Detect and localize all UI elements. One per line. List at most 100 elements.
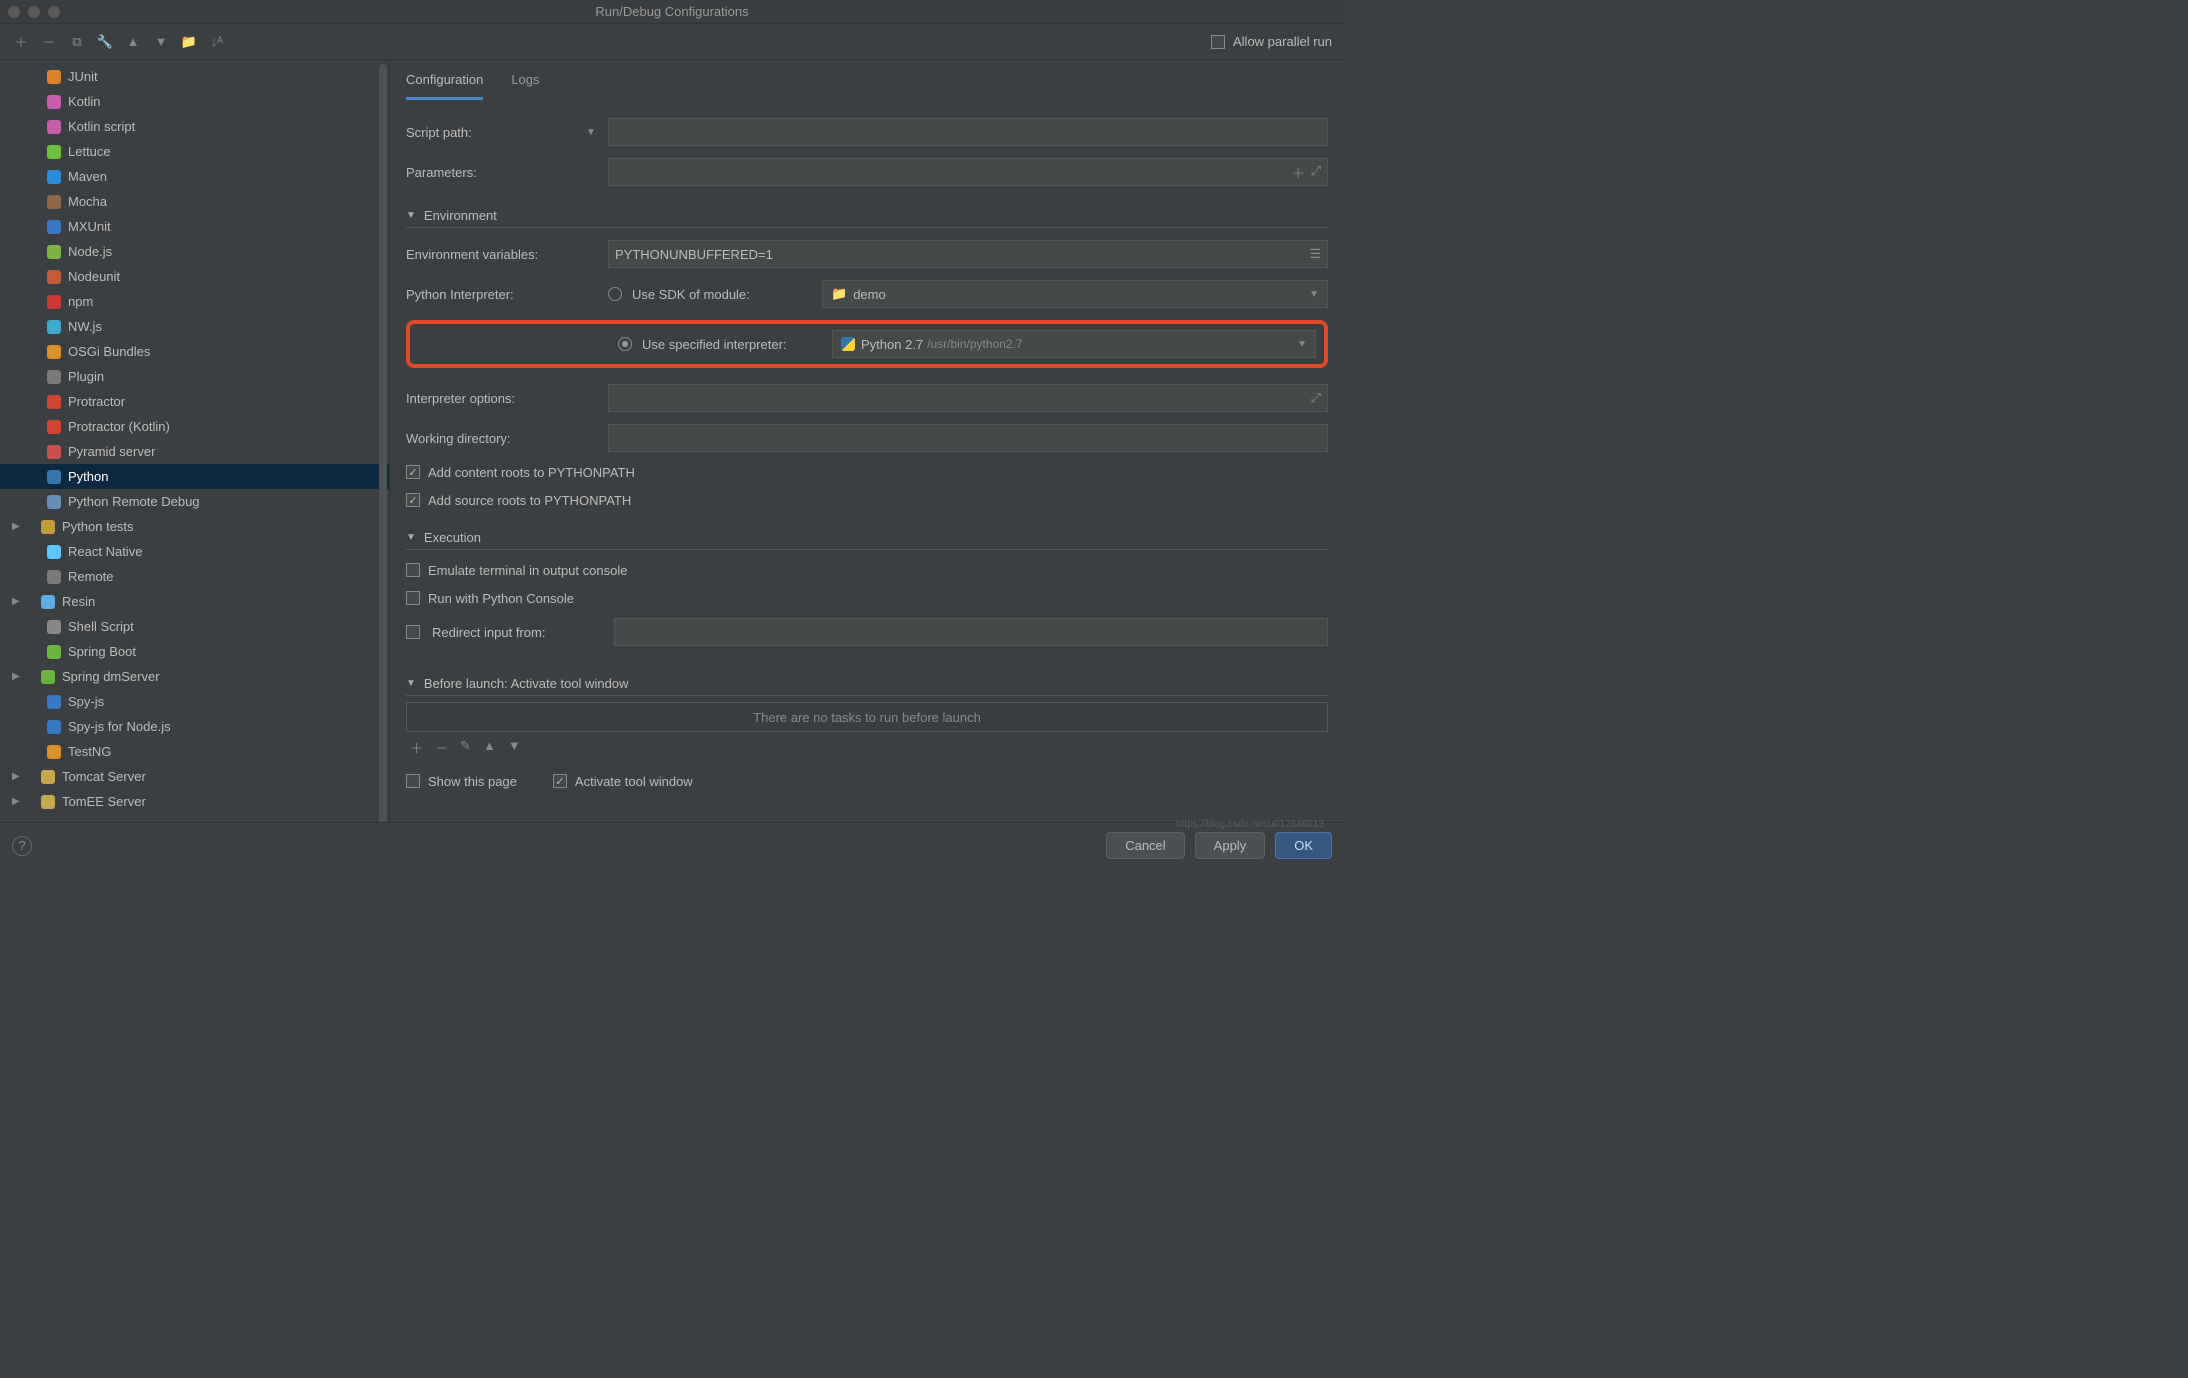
ok-button[interactable]: OK [1275, 832, 1332, 859]
tree-item-react-native[interactable]: ▶React Native [0, 539, 389, 564]
config-type-icon [46, 294, 62, 310]
tree-item-plugin[interactable]: ▶Plugin [0, 364, 389, 389]
tree-item-nodeunit[interactable]: ▶Nodeunit [0, 264, 389, 289]
tree-item-remote[interactable]: ▶Remote [0, 564, 389, 589]
run-python-console-checkbox[interactable] [406, 591, 420, 605]
expand-arrow-icon[interactable]: ▶ [12, 596, 24, 607]
tree-item-pyramid-server[interactable]: ▶Pyramid server [0, 439, 389, 464]
activate-tool-window-checkbox[interactable] [553, 774, 567, 788]
redirect-input-field[interactable] [614, 618, 1328, 646]
configurations-tree[interactable]: ▶JUnit▶Kotlin▶Kotlin script▶Lettuce▶Mave… [0, 60, 390, 822]
edit-task-icon[interactable]: ✎ [460, 738, 471, 757]
environment-section[interactable]: ▼ Environment [406, 208, 1328, 228]
tree-item-label: Python tests [62, 519, 134, 534]
tree-item-label: Pyramid server [68, 444, 155, 459]
close-window-icon[interactable] [8, 6, 20, 18]
move-down-icon[interactable]: ▼ [508, 738, 521, 757]
remove-task-icon[interactable]: － [435, 738, 448, 757]
specified-interpreter-select[interactable]: Python 2.7 /usr/bin/python2.7 ▼ [832, 330, 1316, 358]
config-type-icon [46, 269, 62, 285]
tree-item-npm[interactable]: ▶npm [0, 289, 389, 314]
tree-item-python-tests[interactable]: ▶ Python tests [0, 514, 389, 539]
expand-field-icon[interactable]: ⤢ [1311, 163, 1321, 182]
tree-item-spring-boot[interactable]: ▶Spring Boot [0, 639, 389, 664]
tree-item-label: Tomcat Server [62, 769, 146, 784]
tree-item-testng[interactable]: ▶TestNG [0, 739, 389, 764]
use-sdk-radio[interactable] [608, 287, 622, 301]
tree-item-mocha[interactable]: ▶Mocha [0, 189, 389, 214]
tree-item-nw-js[interactable]: ▶NW.js [0, 314, 389, 339]
show-this-page-checkbox[interactable] [406, 774, 420, 788]
tree-item-spring-dmserver[interactable]: ▶Spring dmServer [0, 664, 389, 689]
apply-button[interactable]: Apply [1195, 832, 1266, 859]
python-interpreter-label: Python Interpreter: [406, 287, 596, 302]
expand-arrow-icon[interactable]: ▶ [12, 796, 24, 807]
toolbar: ＋ － ⧉ 🔧 ▲ ▼ 📁 ↓ᴬ Allow parallel run [0, 24, 1344, 60]
cancel-button[interactable]: Cancel [1106, 832, 1184, 859]
tab-configuration[interactable]: Configuration [406, 72, 483, 100]
move-up-icon[interactable]: ▲ [483, 738, 496, 757]
tree-item-python-remote-debug[interactable]: ▶Python Remote Debug [0, 489, 389, 514]
edit-button[interactable]: 🔧 [96, 33, 114, 51]
tree-item-label: MXUnit [68, 219, 111, 234]
list-icon[interactable]: ☰ [1309, 246, 1321, 262]
execution-section[interactable]: ▼ Execution [406, 530, 1328, 550]
env-vars-field[interactable]: PYTHONUNBUFFERED=1 ☰ [608, 240, 1328, 268]
minimize-window-icon[interactable] [28, 6, 40, 18]
use-specified-radio[interactable] [618, 337, 632, 351]
collapse-icon: ▼ [406, 532, 416, 543]
tree-item-osgi-bundles[interactable]: ▶OSGi Bundles [0, 339, 389, 364]
folder-button[interactable]: 📁 [180, 33, 198, 51]
tree-item-protractor[interactable]: ▶Protractor [0, 389, 389, 414]
tree-item-protractor-kotlin-[interactable]: ▶Protractor (Kotlin) [0, 414, 389, 439]
working-dir-field[interactable] [608, 424, 1328, 452]
emulate-terminal-checkbox[interactable] [406, 563, 420, 577]
tree-item-spy-js[interactable]: ▶Spy-js [0, 689, 389, 714]
parameters-field[interactable]: ＋ ⤢ [608, 158, 1328, 186]
insert-macro-icon[interactable]: ＋ [1292, 163, 1305, 182]
tree-item-mxunit[interactable]: ▶MXUnit [0, 214, 389, 239]
tree-item-junit[interactable]: ▶JUnit [0, 64, 389, 89]
interpreter-options-field[interactable]: ⤢ [608, 384, 1328, 412]
expand-arrow-icon[interactable]: ▶ [12, 671, 24, 682]
config-type-icon [46, 344, 62, 360]
before-launch-section[interactable]: ▼ Before launch: Activate tool window [406, 676, 1328, 696]
copy-button[interactable]: ⧉ [68, 33, 86, 51]
tree-item-kotlin-script[interactable]: ▶Kotlin script [0, 114, 389, 139]
tree-item-lettuce[interactable]: ▶Lettuce [0, 139, 389, 164]
tree-item-spy-js-for-node-js[interactable]: ▶Spy-js for Node.js [0, 714, 389, 739]
tree-item-node-js[interactable]: ▶Node.js [0, 239, 389, 264]
activate-tool-window-label: Activate tool window [575, 774, 693, 789]
expand-arrow-icon[interactable]: ▶ [12, 771, 24, 782]
sidebar-scrollbar[interactable] [379, 64, 387, 822]
tree-item-python[interactable]: ▶Python [0, 464, 389, 489]
allow-parallel-label: Allow parallel run [1233, 34, 1332, 49]
add-source-roots-checkbox[interactable] [406, 493, 420, 507]
help-button[interactable]: ? [12, 836, 32, 856]
script-path-dropdown-icon[interactable]: ▼ [586, 127, 596, 138]
expand-arrow-icon[interactable]: ▶ [12, 521, 24, 532]
add-task-icon[interactable]: ＋ [410, 738, 423, 757]
add-button[interactable]: ＋ [12, 33, 30, 51]
allow-parallel-checkbox[interactable] [1211, 35, 1225, 49]
tree-item-shell-script[interactable]: ▶Shell Script [0, 614, 389, 639]
tree-item-tomee-server[interactable]: ▶TomEE Server [0, 789, 389, 814]
script-path-field[interactable] [608, 118, 1328, 146]
tree-item-tomcat-server[interactable]: ▶ Tomcat Server [0, 764, 389, 789]
sort-button[interactable]: ↓ᴬ [208, 33, 226, 51]
remove-button[interactable]: － [40, 33, 58, 51]
tree-item-resin[interactable]: ▶Resin [0, 589, 389, 614]
tree-item-kotlin[interactable]: ▶Kotlin [0, 89, 389, 114]
add-content-roots-checkbox[interactable] [406, 465, 420, 479]
parameters-label: Parameters: [406, 165, 596, 180]
expand-field-icon[interactable]: ⤢ [1311, 390, 1321, 406]
tree-item-label: Lettuce [68, 144, 111, 159]
tree-item-maven[interactable]: ▶Maven [0, 164, 389, 189]
sdk-module-select[interactable]: 📁 demo ▼ [822, 280, 1328, 308]
tab-logs[interactable]: Logs [511, 72, 539, 100]
down-button[interactable]: ▼ [152, 33, 170, 51]
up-button[interactable]: ▲ [124, 33, 142, 51]
redirect-input-label: Redirect input from: [432, 625, 602, 640]
maximize-window-icon[interactable] [48, 6, 60, 18]
redirect-input-checkbox[interactable] [406, 625, 420, 639]
